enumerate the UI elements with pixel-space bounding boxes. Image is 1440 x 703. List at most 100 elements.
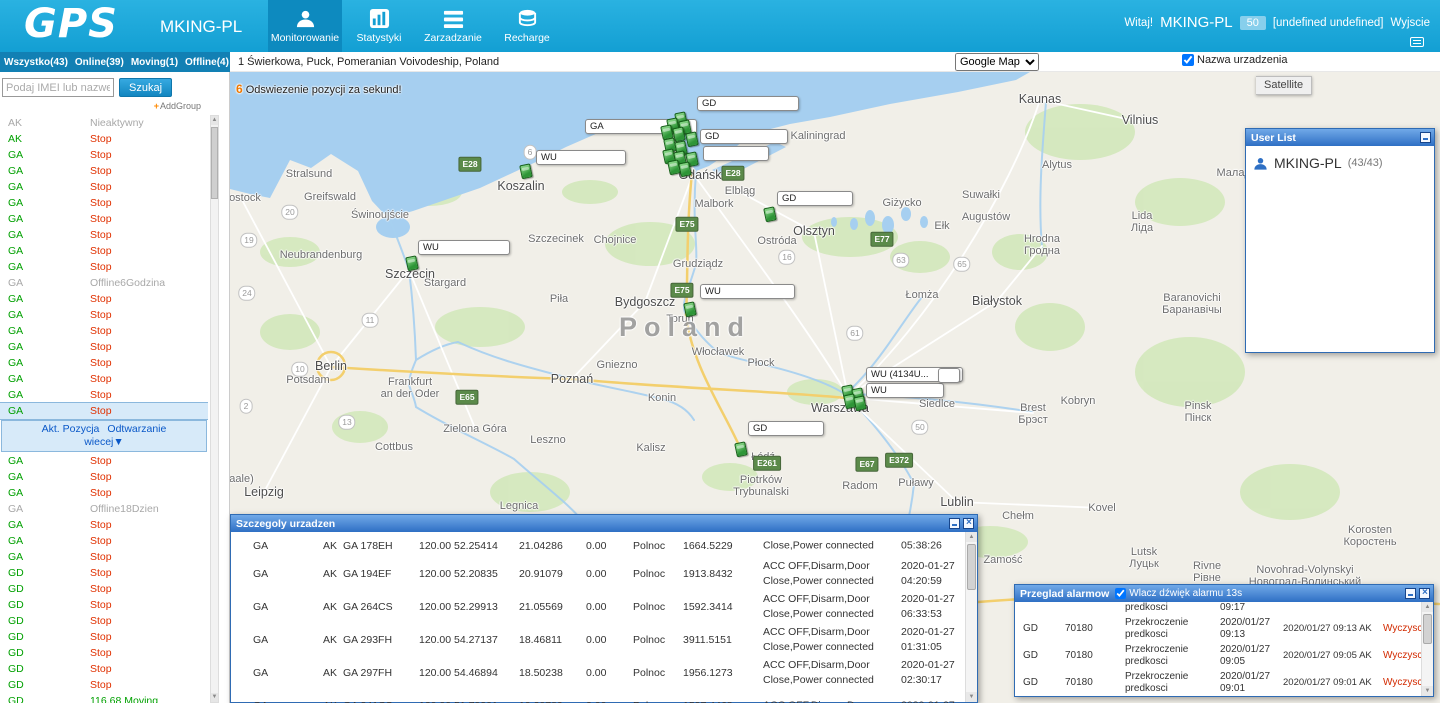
device-name[interactable]: GA [0,405,90,417]
device-row[interactable]: GA Stop [0,355,208,371]
device-name[interactable]: AK [0,133,90,145]
device-list-item[interactable]: GA Stop [0,549,208,565]
table-row[interactable]: GA AK GA 297FH 120.00 54.46894 18.50238 … [231,656,977,689]
device-name[interactable]: GA [0,357,90,369]
device-name[interactable]: GA [0,197,90,209]
action-current-position[interactable]: Akt. Pozycja [42,423,100,435]
device-name[interactable]: AK [0,117,90,129]
device-list-item[interactable]: AK Stop [0,131,208,147]
device-row[interactable]: GD 116.68 Moving [0,693,208,703]
alarm-clear-link[interactable]: Wyczysc [1383,677,1422,688]
device-name[interactable]: GA [0,341,90,353]
scroll-down-icon[interactable] [1422,686,1433,696]
device-name[interactable]: GA [0,471,90,483]
device-list-item[interactable]: GD 116.68 Moving [0,693,208,703]
device-details-header[interactable]: Szczegoly urzadzen [231,515,977,532]
device-row[interactable]: GD Stop [0,565,208,581]
device-row[interactable]: GA Stop [0,549,208,565]
device-list-item[interactable]: GA Stop [0,355,208,371]
message-icon[interactable] [1410,37,1424,47]
device-list-item[interactable]: GD Stop [0,581,208,597]
alarm-sound-checkbox[interactable] [1115,588,1126,599]
filter-item[interactable]: Wszystko(43) [4,57,68,68]
action-playback[interactable]: Odtwarzanie [107,423,166,435]
device-row[interactable]: GA Stop [0,147,208,163]
device-list-item[interactable]: GA Stop [0,163,208,179]
device-name[interactable]: GA [0,309,90,321]
tab-statistics[interactable]: Statystyki [342,0,416,52]
device-row[interactable]: GA Stop [0,485,208,501]
device-list-item[interactable]: GD Stop [0,565,208,581]
user-list-header[interactable]: User List [1246,129,1434,146]
device-marker-label[interactable]: WU [866,383,944,398]
user-list-item[interactable]: MKING-PL (43/43) [1253,155,1427,171]
device-list-item[interactable]: GA Stop [0,371,208,387]
tab-management[interactable]: Zarzadzanie [416,0,490,52]
device-row[interactable]: GA Stop [0,243,208,259]
device-list-item[interactable]: GA Stop [0,517,208,533]
device-list-item[interactable]: GD Stop [0,597,208,613]
device-row[interactable]: GA Offline6Godzina [0,275,208,291]
device-row[interactable]: GA Stop [0,371,208,387]
device-list-item[interactable]: GA Stop Akt. PozycjaOdtwarzanie wiecej▼ [0,403,208,452]
device-row[interactable]: AK Nieaktywny [0,115,208,131]
logout-link[interactable]: Wyjscie [1390,17,1430,29]
device-marker-label[interactable]: GD [777,191,853,206]
device-name[interactable]: GA [0,487,90,499]
device-list-item[interactable]: GD Stop [0,613,208,629]
device-row[interactable]: AK Stop [0,131,208,147]
map-type-satellite-button[interactable]: Satellite [1256,76,1312,95]
device-list-item[interactable]: GA Stop [0,485,208,501]
device-name[interactable]: GA [0,519,90,531]
alarm-row[interactable]: GD 70180 Przekroczeniepredkosci 2020/01/… [1015,670,1433,696]
device-name[interactable]: GD [0,679,90,691]
device-name[interactable]: GA [0,229,90,241]
device-list-item[interactable]: GA Stop [0,339,208,355]
scrollbar-thumb[interactable] [967,544,976,590]
device-row[interactable]: GD Stop [0,597,208,613]
device-list-item[interactable]: GA Stop [0,211,208,227]
device-name-toggle[interactable]: Nazwa urzadzenia [1182,54,1288,66]
device-name[interactable]: GD [0,631,90,643]
device-name[interactable]: GD [0,695,90,703]
scroll-up-icon[interactable] [966,532,977,542]
details-scrollbar[interactable] [965,532,977,702]
search-button[interactable]: Szukaj [119,78,172,97]
device-row[interactable]: GA Stop [0,195,208,211]
device-name[interactable]: GD [0,567,90,579]
device-row[interactable]: GA Offline18Dzien [0,501,208,517]
alarm-scrollbar[interactable] [1421,602,1433,696]
map-provider-select[interactable]: Google Map [955,53,1039,71]
cell-device-name[interactable]: GA 293FH [343,634,392,646]
device-row[interactable]: GA Stop [0,163,208,179]
scrollbar-thumb[interactable] [211,127,218,199]
table-row[interactable]: GA AK GA 341CS 120.00 51.70201 19.20789 … [231,689,977,703]
device-list-item[interactable]: GA Offline18Dzien [0,501,208,517]
device-list-item[interactable]: GA Stop [0,259,208,275]
device-row[interactable]: GD Stop [0,645,208,661]
device-name[interactable]: GA [0,389,90,401]
cell-device-name[interactable]: GA 341CS [343,700,393,703]
device-name[interactable]: GA [0,551,90,563]
device-name[interactable]: GA [0,261,90,273]
filter-item[interactable]: Offline(4) [185,57,229,68]
device-row[interactable]: GA Stop [0,403,208,419]
device-row[interactable]: GA Stop [0,291,208,307]
device-marker-label[interactable] [703,146,769,161]
device-marker-label[interactable]: GD [748,421,824,436]
search-input[interactable] [2,78,114,97]
minimize-icon[interactable] [1420,132,1431,143]
add-group-link[interactable]: AddGroup [154,101,201,111]
device-list-item[interactable]: GA Stop [0,195,208,211]
device-row[interactable]: GA Stop [0,387,208,403]
device-name[interactable]: GA [0,503,90,515]
device-list-item[interactable]: GA Stop [0,147,208,163]
device-name[interactable]: GD [0,647,90,659]
device-list-item[interactable]: GA Stop [0,179,208,195]
device-row[interactable]: GA Stop [0,227,208,243]
device-name[interactable]: GA [0,455,90,467]
device-row[interactable]: GA Stop [0,179,208,195]
alarm-sound-toggle[interactable]: Wlacz dźwięk alarmu 13s [1115,588,1242,599]
device-row[interactable]: GD Stop [0,661,208,677]
device-name[interactable]: GA [0,277,90,289]
